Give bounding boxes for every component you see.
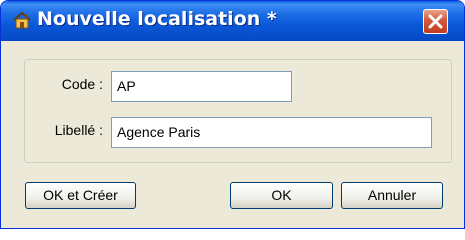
- dialog-body: Code : AP Libellé : Agence Paris OK et C…: [4, 41, 461, 226]
- dialog-window: Nouvelle localisation * Code : AP Libell…: [0, 0, 465, 229]
- code-label: Code :: [61, 76, 103, 92]
- window-title: Nouvelle localisation *: [37, 8, 277, 30]
- ok-button[interactable]: OK: [230, 182, 333, 209]
- house-location-icon: [13, 12, 31, 29]
- libelle-label: Libellé :: [54, 122, 103, 138]
- close-icon: [428, 14, 443, 29]
- ok-and-create-button[interactable]: OK et Créer: [25, 182, 136, 209]
- cancel-button[interactable]: Annuler: [341, 182, 443, 209]
- code-input[interactable]: AP: [111, 71, 292, 102]
- title-bar[interactable]: Nouvelle localisation *: [1, 1, 464, 41]
- close-button[interactable]: [423, 9, 448, 34]
- libelle-input[interactable]: Agence Paris: [111, 117, 432, 148]
- form-group: Code : AP Libellé : Agence Paris: [24, 59, 452, 163]
